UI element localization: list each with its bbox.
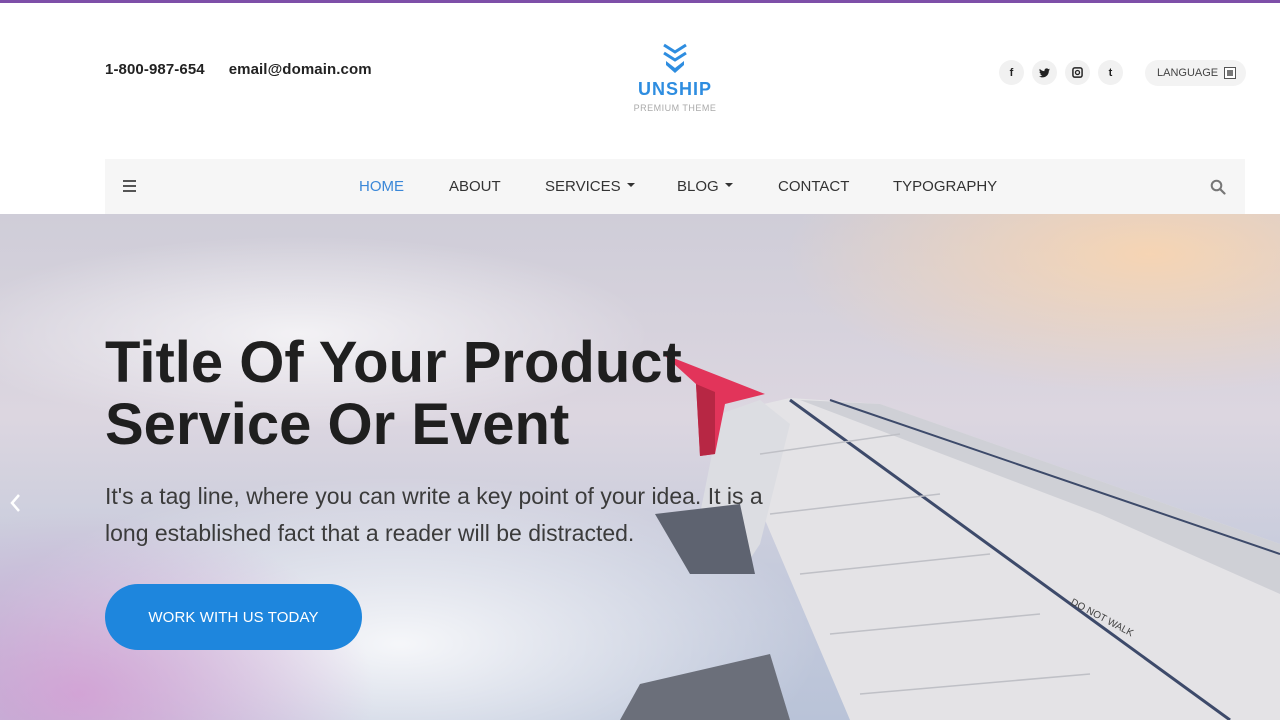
hero-slider: DO NOT WALK Title Of Your Product Servic… <box>0 214 1280 720</box>
facebook-icon[interactable]: f <box>999 60 1024 85</box>
social-links: f t <box>999 60 1123 85</box>
logo-name: UNSHIP <box>637 79 712 99</box>
site-header: 1-800-987-654 email@domain.com UNSHIP PR… <box>0 3 1280 159</box>
nav-item-typography[interactable]: TYPOGRAPHY <box>893 178 997 195</box>
nav-menu: HOME ABOUT SERVICES BLOG CONTACT TYPOGRA… <box>105 159 1245 214</box>
search-icon[interactable] <box>1210 179 1226 195</box>
nav-item-label: CONTACT <box>778 178 850 195</box>
contact-info: 1-800-987-654 email@domain.com <box>105 61 372 78</box>
caret-down-icon <box>626 183 635 188</box>
nav-item-home[interactable]: HOME <box>359 178 404 195</box>
nav-item-label: HOME <box>359 178 404 195</box>
nav-item-services[interactable]: SERVICES <box>545 178 635 195</box>
language-flag-icon <box>1224 67 1237 79</box>
site-logo[interactable]: UNSHIP PREMIUM THEME <box>620 43 730 113</box>
instagram-icon[interactable] <box>1065 60 1090 85</box>
hero-title-line-1: Title Of Your Product <box>105 330 682 395</box>
work-with-us-button[interactable]: WORK WITH US TODAY <box>105 584 362 650</box>
nav-item-label: SERVICES <box>545 178 621 195</box>
nav-item-blog[interactable]: BLOG <box>677 178 733 195</box>
hero-tagline: It's a tag line, where you can write a k… <box>105 483 763 546</box>
main-navigation: HOME ABOUT SERVICES BLOG CONTACT TYPOGRA… <box>105 159 1245 214</box>
nav-item-label: BLOG <box>677 178 719 195</box>
twitter-icon[interactable] <box>1032 60 1057 85</box>
nav-item-label: ABOUT <box>449 178 501 195</box>
chevron-shield-icon <box>663 43 687 73</box>
nav-item-about[interactable]: ABOUT <box>449 178 501 195</box>
caret-down-icon <box>724 183 733 188</box>
email-address[interactable]: email@domain.com <box>229 61 372 78</box>
logo-tagline: PREMIUM THEME <box>633 103 717 113</box>
nav-item-label: TYPOGRAPHY <box>893 178 998 195</box>
phone-number[interactable]: 1-800-987-654 <box>105 61 205 78</box>
hero-title-line-2: Service Or Event <box>105 392 570 457</box>
language-selector[interactable]: LANGUAGE <box>1145 60 1247 86</box>
language-label: LANGUAGE <box>1157 67 1219 79</box>
hero-title: Title Of Your Product Service Or Event <box>105 332 745 456</box>
nav-item-contact[interactable]: CONTACT <box>778 178 849 195</box>
chevron-left-icon[interactable] <box>8 492 22 514</box>
tumblr-icon[interactable]: t <box>1098 60 1123 85</box>
